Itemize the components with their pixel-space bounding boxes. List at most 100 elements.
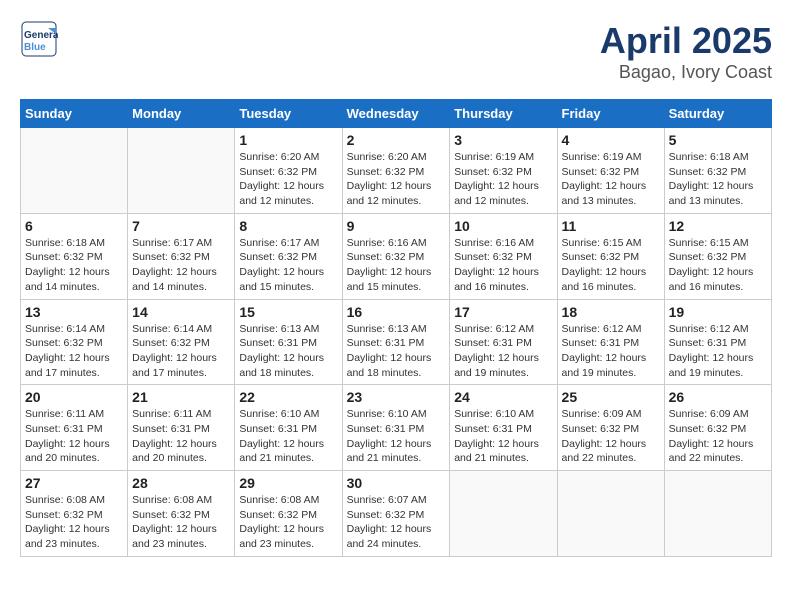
day-number: 17 (454, 304, 552, 320)
weekday-header-thursday: Thursday (450, 100, 557, 128)
day-info: Sunrise: 6:12 AM Sunset: 6:31 PM Dayligh… (562, 322, 660, 381)
day-info: Sunrise: 6:08 AM Sunset: 6:32 PM Dayligh… (239, 493, 337, 552)
calendar-cell: 7Sunrise: 6:17 AM Sunset: 6:32 PM Daylig… (128, 213, 235, 299)
calendar-cell: 28Sunrise: 6:08 AM Sunset: 6:32 PM Dayli… (128, 471, 235, 557)
day-info: Sunrise: 6:08 AM Sunset: 6:32 PM Dayligh… (132, 493, 230, 552)
day-number: 6 (25, 218, 123, 234)
day-info: Sunrise: 6:10 AM Sunset: 6:31 PM Dayligh… (239, 407, 337, 466)
weekday-header-friday: Friday (557, 100, 664, 128)
day-info: Sunrise: 6:19 AM Sunset: 6:32 PM Dayligh… (562, 150, 660, 209)
calendar-cell (450, 471, 557, 557)
calendar-week-5: 27 Sunrise: 6:08 AM Sunset: 6:32 PM Dayli… (21, 471, 772, 557)
weekday-header-saturday: Saturday (664, 100, 771, 128)
day-info: Sunrise: 6:17 AM Sunset: 6:32 PM Dayligh… (132, 236, 230, 295)
day-info: Sunrise: 6:20 AM Sunset: 6:32 PM Dayligh… (347, 150, 446, 209)
day-info: Sunrise: 6:15 AM Sunset: 6:32 PM Dayligh… (562, 236, 660, 295)
calendar-cell: 12 Sunrise: 6:15 AM Sunset: 6:32 PM Dayli… (664, 213, 771, 299)
day-number: 14 (132, 304, 230, 320)
calendar-cell: 20 Sunrise: 6:11 AM Sunset: 6:31 PM Dayli… (21, 385, 128, 471)
day-number: 20 (25, 389, 123, 405)
calendar-cell: 11 Sunrise: 6:15 AM Sunset: 6:32 PM Dayli… (557, 213, 664, 299)
day-info: Sunrise: 6:17 AM Sunset: 6:32 PM Dayligh… (239, 236, 337, 295)
day-info: Sunrise: 6:18 AM Sunset: 6:32 PM Dayligh… (25, 236, 123, 295)
calendar-week-2: 6 Sunrise: 6:18 AM Sunset: 6:32 PM Daylig… (21, 213, 772, 299)
day-number: 12 (669, 218, 767, 234)
day-number: 13 (25, 304, 123, 320)
day-number: 29 (239, 475, 337, 491)
day-number: 19 (669, 304, 767, 320)
calendar-cell: 17 Sunrise: 6:12 AM Sunset: 6:31 PM Dayli… (450, 299, 557, 385)
calendar-cell: 1Sunrise: 6:20 AM Sunset: 6:32 PM Daylig… (235, 128, 342, 214)
day-info: Sunrise: 6:10 AM Sunset: 6:31 PM Dayligh… (454, 407, 552, 466)
day-number: 2 (347, 132, 446, 148)
day-number: 18 (562, 304, 660, 320)
day-info: Sunrise: 6:19 AM Sunset: 6:32 PM Dayligh… (454, 150, 552, 209)
day-number: 27 (25, 475, 123, 491)
logo-icon: General Blue (20, 20, 58, 58)
calendar-cell (557, 471, 664, 557)
day-info: Sunrise: 6:13 AM Sunset: 6:31 PM Dayligh… (347, 322, 446, 381)
day-info: Sunrise: 6:14 AM Sunset: 6:32 PM Dayligh… (25, 322, 123, 381)
day-info: Sunrise: 6:16 AM Sunset: 6:32 PM Dayligh… (347, 236, 446, 295)
title-block: April 2025 Bagao, Ivory Coast (600, 20, 772, 83)
day-info: Sunrise: 6:09 AM Sunset: 6:32 PM Dayligh… (669, 407, 767, 466)
calendar-cell: 2 Sunrise: 6:20 AM Sunset: 6:32 PM Daylig… (342, 128, 450, 214)
calendar-cell: 27 Sunrise: 6:08 AM Sunset: 6:32 PM Dayli… (21, 471, 128, 557)
day-number: 3 (454, 132, 552, 148)
weekday-header-row: SundayMondayTuesdayWednesdayThursdayFrid… (21, 100, 772, 128)
day-info: Sunrise: 6:14 AM Sunset: 6:32 PM Dayligh… (132, 322, 230, 381)
day-info: Sunrise: 6:08 AM Sunset: 6:32 PM Dayligh… (25, 493, 123, 552)
day-info: Sunrise: 6:15 AM Sunset: 6:32 PM Dayligh… (669, 236, 767, 295)
calendar-cell (21, 128, 128, 214)
calendar-week-3: 13 Sunrise: 6:14 AM Sunset: 6:32 PM Dayli… (21, 299, 772, 385)
day-number: 21 (132, 389, 230, 405)
day-info: Sunrise: 6:12 AM Sunset: 6:31 PM Dayligh… (454, 322, 552, 381)
calendar-body: 1 Sunrise: 6:20 AM Sunset: 6:32 PM Daylig… (21, 128, 772, 557)
calendar-title: April 2025 (600, 20, 772, 62)
calendar-cell: 25 Sunrise: 6:09 AM Sunset: 6:32 PM Dayli… (557, 385, 664, 471)
calendar-cell: 16 Sunrise: 6:13 AM Sunset: 6:31 PM Dayli… (342, 299, 450, 385)
calendar-week-4: 20 Sunrise: 6:11 AM Sunset: 6:31 PM Dayli… (21, 385, 772, 471)
calendar-cell: 15Sunrise: 6:13 AM Sunset: 6:31 PM Dayli… (235, 299, 342, 385)
calendar-cell: 29 Sunrise: 6:08 AM Sunset: 6:32 PM Dayli… (235, 471, 342, 557)
calendar-cell: 9 Sunrise: 6:16 AM Sunset: 6:32 PM Daylig… (342, 213, 450, 299)
day-number: 1 (239, 132, 337, 148)
day-info: Sunrise: 6:07 AM Sunset: 6:32 PM Dayligh… (347, 493, 446, 552)
calendar-subtitle: Bagao, Ivory Coast (600, 62, 772, 83)
calendar-cell: 10 Sunrise: 6:16 AM Sunset: 6:32 PM Dayli… (450, 213, 557, 299)
calendar-header: SundayMondayTuesdayWednesdayThursdayFrid… (21, 100, 772, 128)
calendar-cell: 22 Sunrise: 6:10 AM Sunset: 6:31 PM Dayli… (235, 385, 342, 471)
day-info: Sunrise: 6:16 AM Sunset: 6:32 PM Dayligh… (454, 236, 552, 295)
day-info: Sunrise: 6:18 AM Sunset: 6:32 PM Dayligh… (669, 150, 767, 209)
day-number: 26 (669, 389, 767, 405)
day-number: 10 (454, 218, 552, 234)
calendar-cell: 4 Sunrise: 6:19 AM Sunset: 6:32 PM Daylig… (557, 128, 664, 214)
day-number: 22 (239, 389, 337, 405)
day-info: Sunrise: 6:09 AM Sunset: 6:32 PM Dayligh… (562, 407, 660, 466)
day-number: 5 (669, 132, 767, 148)
day-number: 9 (347, 218, 446, 234)
day-number: 25 (562, 389, 660, 405)
day-number: 23 (347, 389, 446, 405)
calendar-cell (128, 128, 235, 214)
calendar-cell: 3 Sunrise: 6:19 AM Sunset: 6:32 PM Daylig… (450, 128, 557, 214)
svg-text:Blue: Blue (24, 42, 46, 53)
calendar-cell: 19Sunrise: 6:12 AM Sunset: 6:31 PM Dayli… (664, 299, 771, 385)
day-number: 4 (562, 132, 660, 148)
calendar-cell: 18 Sunrise: 6:12 AM Sunset: 6:31 PM Dayli… (557, 299, 664, 385)
logo: General Blue (20, 20, 58, 58)
weekday-header-sunday: Sunday (21, 100, 128, 128)
day-info: Sunrise: 6:11 AM Sunset: 6:31 PM Dayligh… (25, 407, 123, 466)
day-number: 15 (239, 304, 337, 320)
day-number: 16 (347, 304, 446, 320)
calendar-cell: 23Sunrise: 6:10 AM Sunset: 6:31 PM Dayli… (342, 385, 450, 471)
calendar-week-1: 1 Sunrise: 6:20 AM Sunset: 6:32 PM Daylig… (21, 128, 772, 214)
day-number: 11 (562, 218, 660, 234)
calendar-cell (664, 471, 771, 557)
calendar-cell: 8Sunrise: 6:17 AM Sunset: 6:32 PM Daylig… (235, 213, 342, 299)
page-header: General Blue April 2025 Bagao, Ivory Coa… (20, 20, 772, 83)
calendar-cell: 21Sunrise: 6:11 AM Sunset: 6:31 PM Dayli… (128, 385, 235, 471)
day-number: 30 (347, 475, 446, 491)
calendar-cell: 30 Sunrise: 6:07 AM Sunset: 6:32 PM Dayli… (342, 471, 450, 557)
calendar-cell: 13 Sunrise: 6:14 AM Sunset: 6:32 PM Dayli… (21, 299, 128, 385)
